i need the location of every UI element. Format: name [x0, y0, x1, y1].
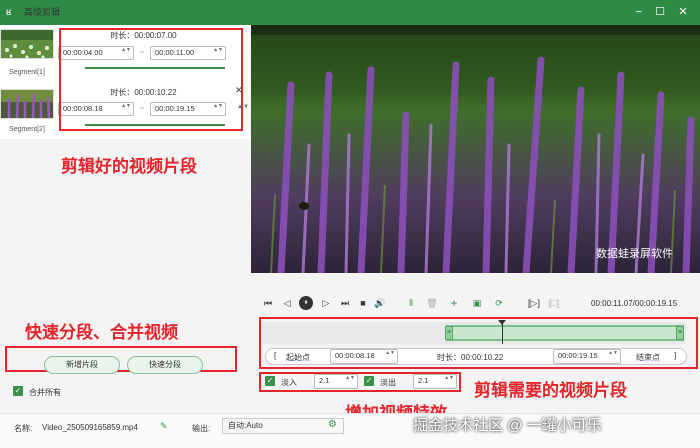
segment-label: Segment[1]: [9, 69, 45, 76]
end-bracket-icon: ]: [674, 351, 677, 360]
delete-icon[interactable]: 🗑: [426, 297, 438, 309]
video-preview[interactable]: [251, 25, 700, 273]
start-bracket-icon: [: [274, 351, 277, 360]
output-path-field[interactable]: 自动:Auto: [222, 418, 344, 434]
fade-in-checkbox[interactable]: ✓: [265, 376, 275, 386]
fade-in-field[interactable]: 2.1 ▲▼: [314, 374, 358, 389]
clip-end-value: 00:00:19.15: [558, 351, 598, 360]
pause-icon[interactable]: ⏸: [299, 296, 313, 310]
skip-end-icon[interactable]: ⏭: [339, 297, 351, 309]
skip-start-icon[interactable]: ⏮: [262, 297, 274, 309]
merge-all-label: 合并所有: [29, 388, 61, 397]
step-forward-icon[interactable]: ▷: [320, 297, 332, 309]
app-logo-icon: ʁ: [6, 7, 12, 18]
spinner-icon[interactable]: ▲▼: [385, 350, 395, 356]
fade-out-field[interactable]: 2.1 ▲▼: [413, 374, 457, 389]
start-point-button[interactable]: 起始点: [286, 352, 310, 363]
annotation-split-merge: 快速分段、合并视频: [25, 323, 178, 342]
reset-icon[interactable]: ⟳: [493, 297, 505, 309]
minimize-button[interactable]: −: [632, 5, 646, 19]
maximize-button[interactable]: ☐: [653, 5, 667, 19]
timeline-track[interactable]: ≡ ≡: [262, 320, 686, 344]
segment-thumbnail[interactable]: [0, 89, 54, 119]
selected-range[interactable]: [446, 325, 684, 341]
quick-split-button[interactable]: 快速分段: [127, 356, 203, 374]
clip-start-value: 00:00:08.18: [335, 351, 375, 360]
range-start-handle[interactable]: ≡: [445, 326, 453, 340]
segment-thumbnail[interactable]: [0, 29, 54, 59]
annotation-segments: 剪辑好的视频片段: [61, 157, 197, 176]
add-segment-button[interactable]: 新增片段: [44, 356, 120, 374]
merge-all-checkbox[interactable]: ✓: [13, 386, 23, 396]
step-back-icon[interactable]: ◁: [281, 297, 293, 309]
edit-name-icon[interactable]: ✎: [160, 421, 168, 432]
annotation-clip: 剪辑需要的视频片段: [474, 381, 627, 400]
fade-out-checkbox[interactable]: ✓: [364, 376, 374, 386]
playhead-marker-icon[interactable]: [498, 320, 506, 325]
fade-out-value: 2.1: [418, 376, 429, 385]
frame-icon[interactable]: [□]: [546, 297, 562, 309]
add-icon[interactable]: +: [448, 297, 460, 309]
range-end-handle[interactable]: ≡: [676, 326, 684, 340]
name-label: 名称:: [14, 424, 33, 433]
volume-icon[interactable]: 🔊: [374, 297, 386, 309]
end-point-button[interactable]: 结束点: [636, 352, 660, 363]
clip-end-field[interactable]: 00:00:19.15 ▲▼: [553, 349, 621, 364]
segments-highlight-box: [59, 28, 243, 131]
fade-in-value: 2.1: [319, 376, 330, 385]
output-settings-icon[interactable]: ⚙: [328, 419, 337, 430]
play-selection-icon[interactable]: [▷]: [526, 297, 542, 309]
video-watermark: 数据蛙录屏软件: [596, 248, 673, 260]
stop-icon[interactable]: ■: [357, 297, 369, 309]
title-bar: [0, 0, 700, 25]
clip-start-field[interactable]: 00:00:08.18 ▲▼: [330, 349, 398, 364]
spinner-icon[interactable]: ▲▼: [444, 375, 454, 381]
segment-label: Segment[2]: [9, 126, 45, 133]
split-icon[interactable]: ⫴: [405, 297, 417, 309]
clip-duration: 时长：00:00:10.22: [437, 353, 504, 362]
window-title: 高级剪辑: [24, 7, 61, 17]
spinner-icon[interactable]: ▲▼: [345, 375, 355, 381]
fade-out-label: 淡出: [380, 378, 396, 387]
copy-icon[interactable]: ▣: [471, 297, 483, 309]
output-path-value: 自动:Auto: [228, 421, 263, 430]
footer-watermark: 掘金技术社区 @ 一罐小可乐: [413, 417, 602, 434]
spinner-icon[interactable]: ▲▼: [608, 350, 618, 356]
fade-in-label: 淡入: [281, 378, 297, 387]
file-name: Video_250509165859.mp4: [42, 423, 138, 432]
close-button[interactable]: ✕: [676, 5, 690, 19]
playback-time: 00:00:11.07/00:00:19.15: [591, 299, 678, 308]
output-label: 输出:: [192, 424, 211, 433]
